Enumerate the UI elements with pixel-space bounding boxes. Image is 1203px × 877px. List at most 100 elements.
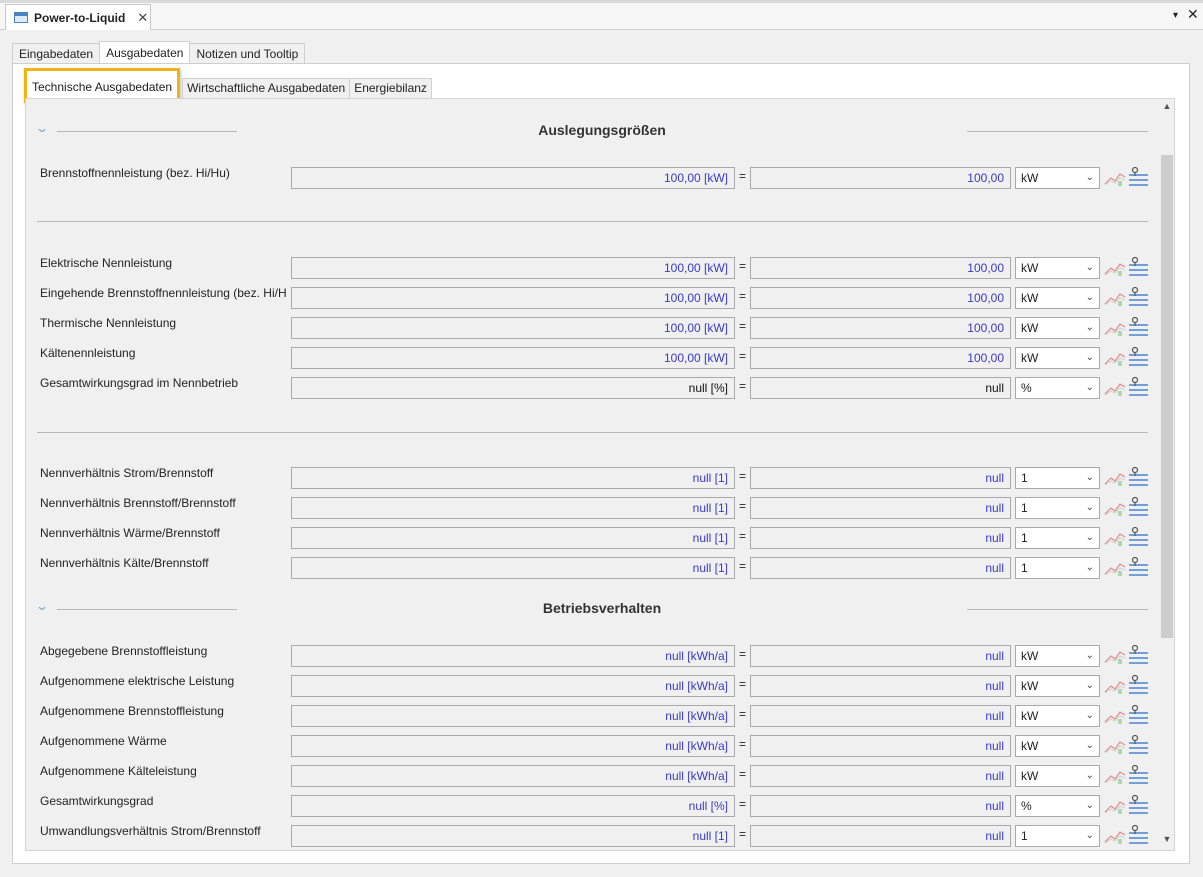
unit-select-value: kW — [1021, 709, 1039, 723]
list-pin-icon[interactable] — [1127, 556, 1149, 578]
value-field: null [%] — [291, 377, 735, 399]
equals-sign: = — [739, 677, 747, 691]
unit-select[interactable]: 1 ⌄ — [1015, 497, 1100, 519]
chart-icon[interactable] — [1104, 767, 1126, 785]
unit-select-value: kW — [1021, 261, 1039, 275]
tab-energiebilanz[interactable]: Energiebilanz — [349, 78, 432, 98]
equals-sign: = — [739, 259, 747, 273]
converted-value-field: 100,00 — [750, 317, 1011, 339]
chart-icon[interactable] — [1104, 707, 1126, 725]
top-border — [0, 0, 1203, 3]
unit-select[interactable]: 1 ⌄ — [1015, 557, 1100, 579]
value-field: null [kWh/a] — [291, 675, 735, 697]
editor-tab-bar: Power-to-Liquid ✕ ▾ ✕ — [0, 0, 1203, 30]
chart-icon[interactable] — [1104, 259, 1126, 277]
list-pin-icon[interactable] — [1127, 466, 1149, 488]
chart-icon[interactable] — [1104, 647, 1126, 665]
converted-value-field: null — [750, 377, 1011, 399]
converted-value-field: null — [750, 467, 1011, 489]
unit-select[interactable]: kW ⌄ — [1015, 765, 1100, 787]
output-row: Kältenennleistung 100,00 [kW] = 100,00 kW ⌄ — [40, 346, 1150, 370]
chevron-down-icon: ⌄ — [1085, 292, 1094, 303]
list-pin-icon[interactable] — [1127, 316, 1149, 338]
unit-select[interactable]: kW ⌄ — [1015, 645, 1100, 667]
chart-icon[interactable] — [1104, 797, 1126, 815]
chevron-down-icon: ⌄ — [1085, 322, 1094, 333]
list-pin-icon[interactable] — [1127, 764, 1149, 786]
unit-select-value: % — [1021, 381, 1032, 395]
equals-sign: = — [739, 349, 747, 363]
chart-icon[interactable] — [1104, 737, 1126, 755]
vertical-scrollbar[interactable]: ▲ ▼ — [1160, 99, 1174, 850]
chart-icon[interactable] — [1104, 677, 1126, 695]
value-field: 100,00 [kW] — [291, 167, 735, 189]
list-pin-icon[interactable] — [1127, 376, 1149, 398]
tab-eingabedaten[interactable]: Eingabedaten — [12, 43, 101, 64]
tab-ausgabedaten[interactable]: Ausgabedaten — [99, 41, 191, 64]
row-label: Umwandlungsverhältnis Strom/Brennstoff — [40, 824, 261, 838]
section-header-betrieb[interactable]: ⌄ Betriebsverhalten — [35, 599, 1149, 621]
list-pin-icon[interactable] — [1127, 644, 1149, 666]
unit-select-value: 1 — [1021, 471, 1028, 485]
chart-icon[interactable] — [1104, 289, 1126, 307]
chart-icon[interactable] — [1104, 349, 1126, 367]
view-menu-icon[interactable]: ▾ — [1173, 10, 1178, 21]
unit-select[interactable]: kW ⌄ — [1015, 317, 1100, 339]
unit-select[interactable]: kW ⌄ — [1015, 705, 1100, 727]
chart-icon[interactable] — [1104, 319, 1126, 337]
tab-wirtschaftliche-ausgabedaten[interactable]: Wirtschaftliche Ausgabedaten — [182, 78, 351, 98]
chart-icon[interactable] — [1104, 469, 1126, 487]
list-pin-icon[interactable] — [1127, 734, 1149, 756]
list-pin-icon[interactable] — [1127, 794, 1149, 816]
chart-icon[interactable] — [1104, 499, 1126, 517]
unit-select[interactable]: % ⌄ — [1015, 795, 1100, 817]
list-pin-icon[interactable] — [1127, 704, 1149, 726]
list-pin-icon[interactable] — [1127, 346, 1149, 368]
section-header-auslegung[interactable]: ⌄ Auslegungsgrößen — [35, 121, 1149, 143]
chart-icon[interactable] — [1104, 379, 1126, 397]
unit-select[interactable]: 1 ⌄ — [1015, 527, 1100, 549]
unit-select[interactable]: kW ⌄ — [1015, 167, 1100, 189]
header-line — [967, 131, 1148, 132]
chevron-down-icon: ⌄ — [1085, 352, 1094, 363]
converted-value-field: null — [750, 497, 1011, 519]
unit-select[interactable]: % ⌄ — [1015, 377, 1100, 399]
unit-select[interactable]: kW ⌄ — [1015, 347, 1100, 369]
scroll-thumb[interactable] — [1161, 155, 1173, 638]
list-pin-icon[interactable] — [1127, 256, 1149, 278]
equals-sign: = — [739, 379, 747, 393]
unit-select-value: kW — [1021, 739, 1039, 753]
chart-icon[interactable] — [1104, 559, 1126, 577]
unit-select-value: kW — [1021, 649, 1039, 663]
chart-icon[interactable] — [1104, 169, 1126, 187]
unit-select[interactable]: kW ⌄ — [1015, 287, 1100, 309]
section-title: Betriebsverhalten — [542, 600, 662, 616]
row-label: Abgegebene Brennstoffleistung — [40, 644, 208, 658]
unit-select[interactable]: kW ⌄ — [1015, 735, 1100, 757]
list-pin-icon[interactable] — [1127, 526, 1149, 548]
chart-icon[interactable] — [1104, 827, 1126, 845]
list-pin-icon[interactable] — [1127, 674, 1149, 696]
list-pin-icon[interactable] — [1127, 824, 1149, 846]
unit-select[interactable]: kW ⌄ — [1015, 257, 1100, 279]
editor-tab-power-to-liquid[interactable]: Power-to-Liquid ✕ — [5, 4, 151, 30]
list-pin-icon[interactable] — [1127, 496, 1149, 518]
list-pin-icon[interactable] — [1127, 286, 1149, 308]
value-field: null [1] — [291, 557, 735, 579]
unit-select[interactable]: kW ⌄ — [1015, 675, 1100, 697]
scroll-down-icon[interactable]: ▼ — [1160, 834, 1174, 848]
chart-icon[interactable] — [1104, 529, 1126, 547]
unit-select[interactable]: 1 ⌄ — [1015, 825, 1100, 847]
tab-notizen[interactable]: Notizen und Tooltip — [189, 43, 306, 64]
converted-value-field: null — [750, 527, 1011, 549]
close-icon[interactable]: ✕ — [137, 10, 148, 26]
list-pin-icon[interactable] — [1127, 166, 1149, 188]
unit-select[interactable]: 1 ⌄ — [1015, 467, 1100, 489]
converted-value-field: null — [750, 795, 1011, 817]
close-view-icon[interactable]: ✕ — [1187, 6, 1199, 23]
unit-select-value: kW — [1021, 679, 1039, 693]
output-row: Gesamtwirkungsgrad null [%] = null% ⌄ — [40, 794, 1150, 818]
chevron-down-icon: ⌄ — [1085, 740, 1094, 751]
scroll-up-icon[interactable]: ▲ — [1160, 101, 1174, 115]
value-field: null [1] — [291, 825, 735, 847]
